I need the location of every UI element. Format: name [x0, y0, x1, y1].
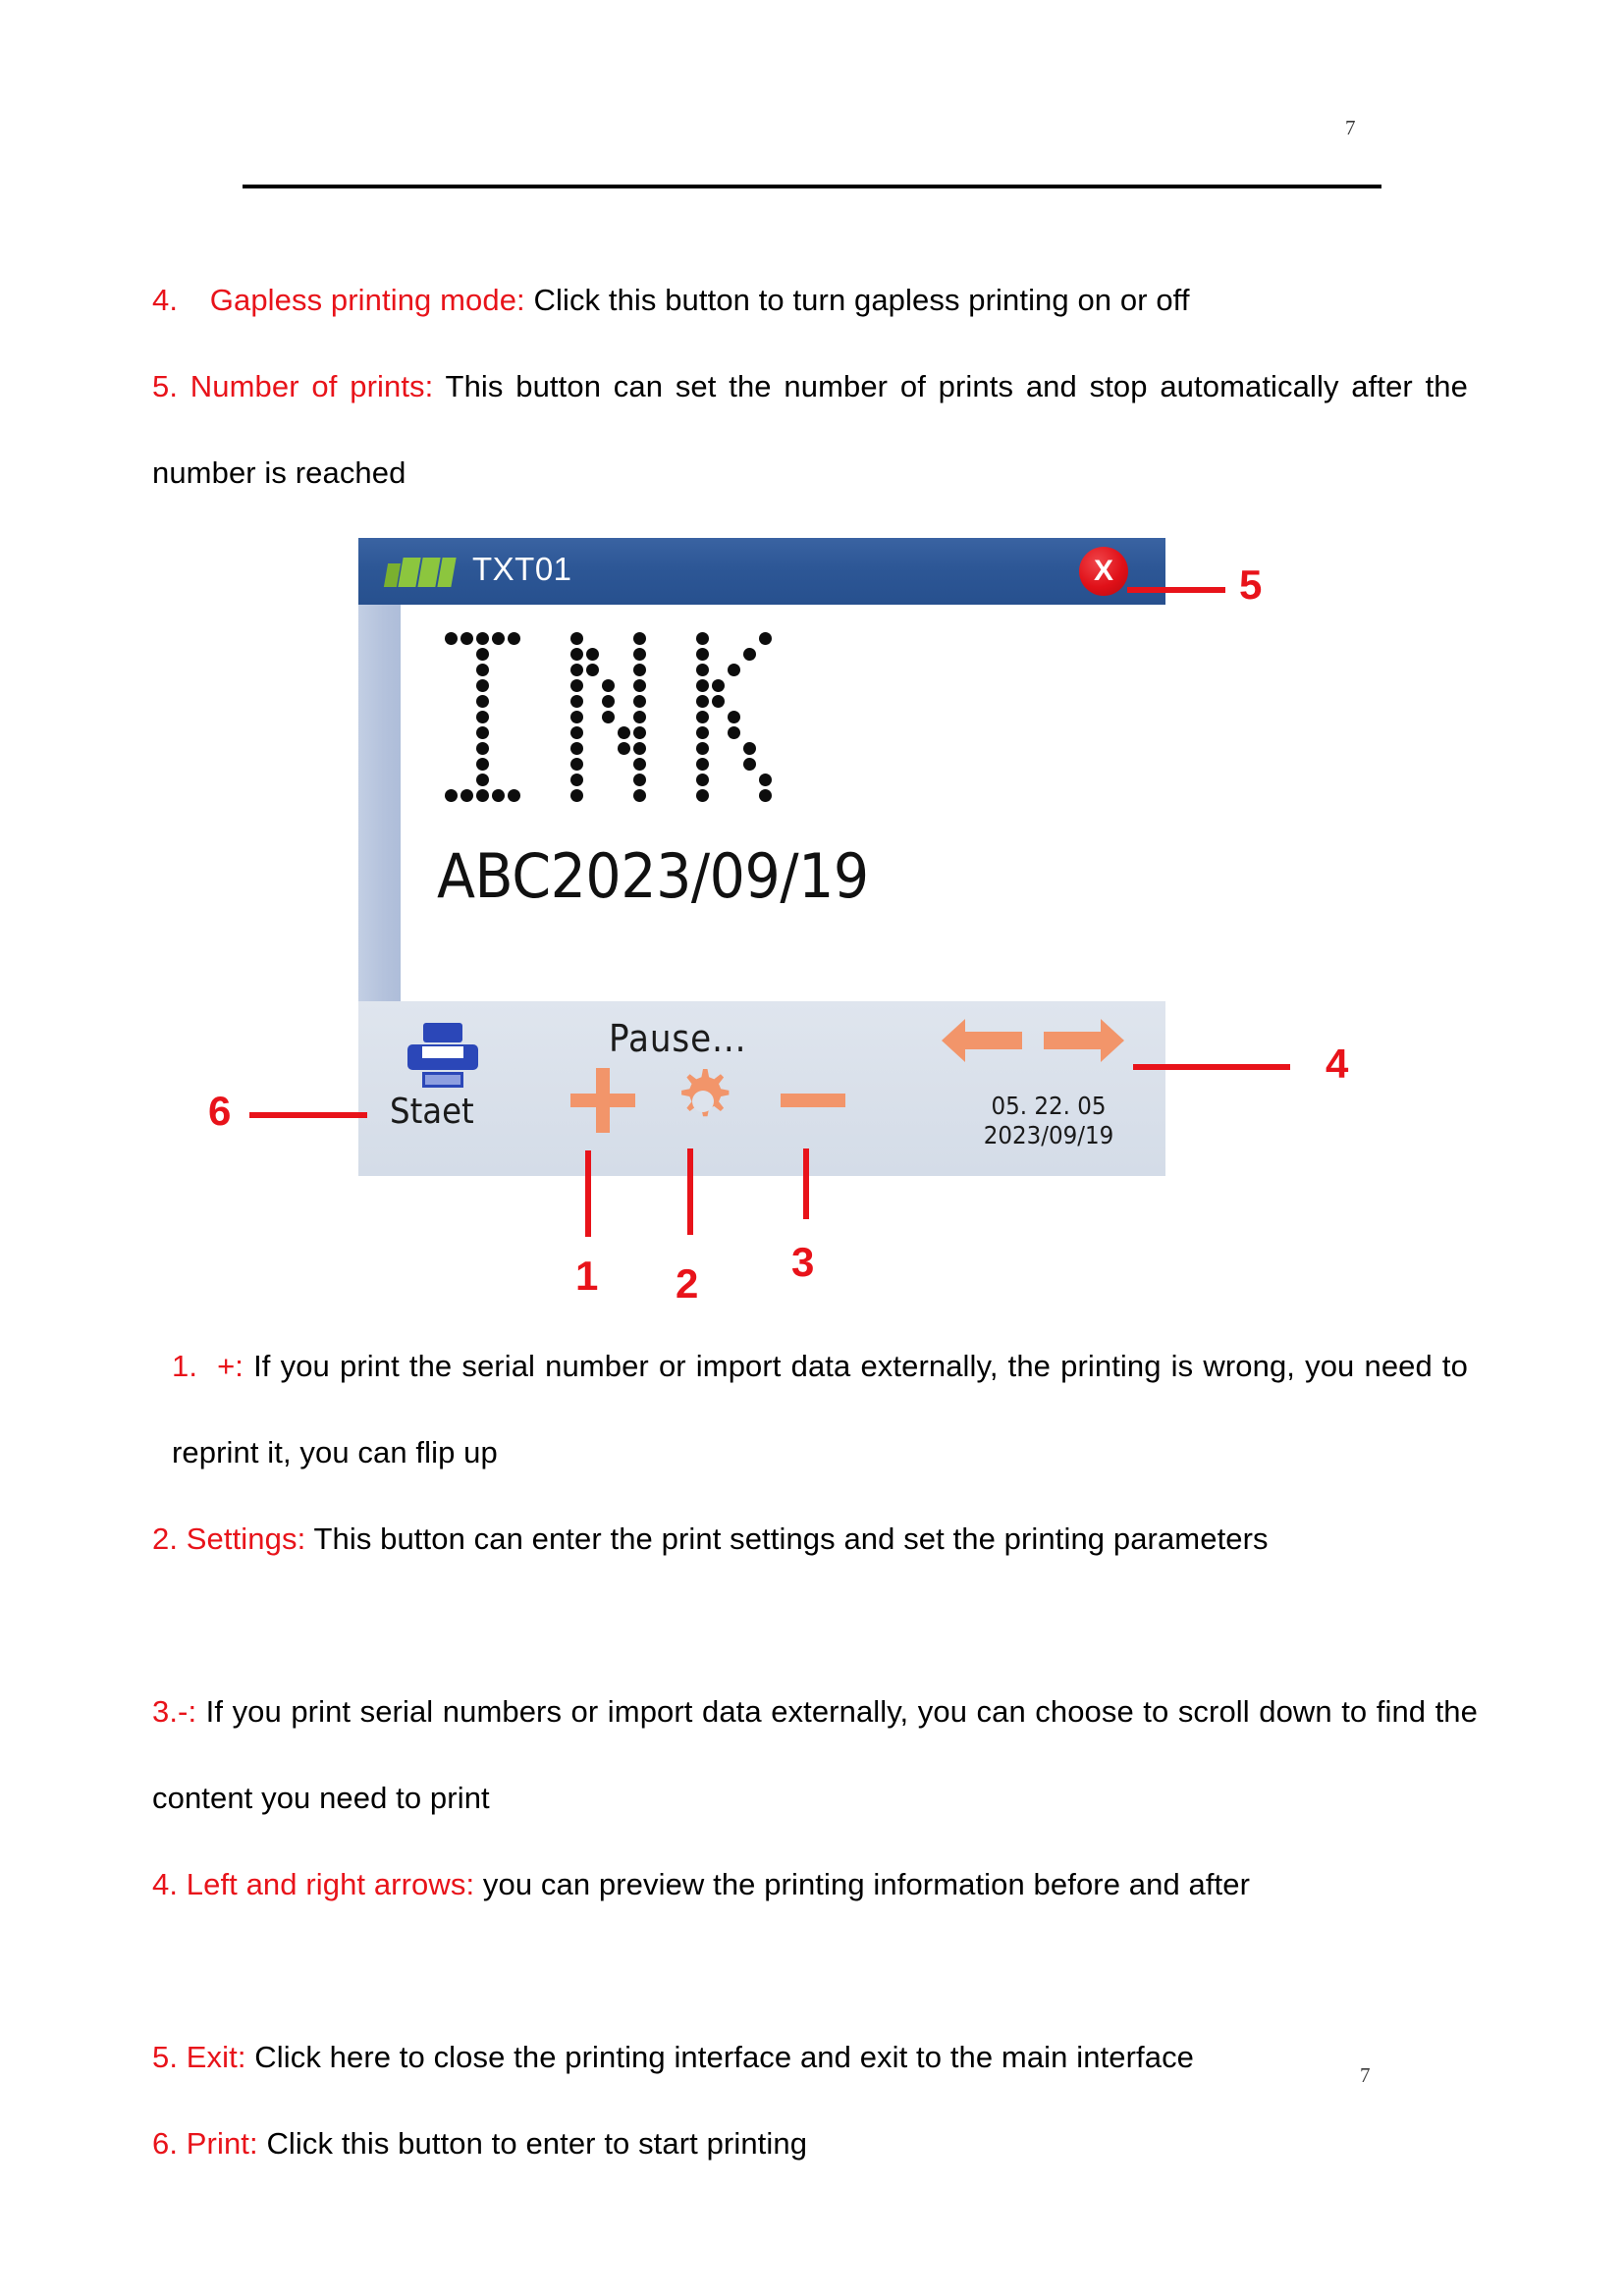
- paragraph-list-4: 4. Left and right arrows: you can previe…: [152, 1842, 1468, 1928]
- callout-line-5: [1127, 587, 1225, 593]
- list-4-term: 4. Left and right arrows:: [152, 1867, 475, 1901]
- paragraph-list-1: 1. +: If you print the serial number or i…: [172, 1323, 1468, 1496]
- paragraph-list-2: 2. Settings: This button can enter the p…: [152, 1496, 1468, 1582]
- paragraph-item-5: 5. Number of prints: This button can set…: [152, 344, 1468, 516]
- list-6-text: Click this button to enter to start prin…: [257, 2126, 808, 2161]
- callout-line-3: [803, 1148, 809, 1219]
- plus-icon[interactable]: [570, 1068, 635, 1133]
- dot-matrix-text: [445, 632, 838, 815]
- printer-icon[interactable]: [406, 1019, 480, 1090]
- callout-number-4: 4: [1326, 1041, 1349, 1087]
- print-start-label[interactable]: Staet: [390, 1092, 474, 1132]
- list-2-term: 2. Settings:: [152, 1522, 306, 1556]
- callout-line-4: [1133, 1064, 1290, 1070]
- callout-number-1: 1: [575, 1253, 599, 1299]
- item-5-term: 5. Number of prints:: [152, 369, 434, 403]
- list-1-term: +:: [217, 1349, 244, 1383]
- item-4-text: Click this button to turn gapless printi…: [524, 283, 1190, 317]
- item-4-term: Gapless printing mode:: [209, 283, 525, 317]
- list-3-text: If you print serial numbers or import da…: [152, 1694, 1478, 1815]
- paragraph-list-6: 6. Print: Click this button to enter to …: [152, 2101, 1488, 2187]
- left-right-arrows-icon[interactable]: [940, 1013, 1126, 1068]
- list-1-number: 1.: [172, 1349, 198, 1383]
- page-number-top: 7: [1345, 116, 1356, 139]
- battery-signal-icon: [383, 556, 457, 587]
- display-left-rail: [358, 605, 401, 1001]
- callout-line-2: [687, 1148, 693, 1235]
- list-1-text: If you print the serial number or import…: [172, 1349, 1468, 1469]
- device-display: ABC2023/09/19: [358, 605, 1165, 1001]
- callout-number-6: 6: [208, 1088, 232, 1134]
- timestamp-date: 2023/09/19: [983, 1121, 1114, 1149]
- list-2-text: This button can enter the print settings…: [305, 1522, 1269, 1556]
- item-4-number: 4.: [152, 283, 179, 317]
- callout-number-3: 3: [791, 1239, 815, 1285]
- timestamp-time: 05. 22. 05: [991, 1092, 1107, 1120]
- device-screenshot: TXT01 X ABC2023/09/19 Staet Pause... 05.…: [358, 538, 1165, 1176]
- list-6-term: 6. Print:: [152, 2126, 258, 2161]
- header-rule: [243, 185, 1381, 188]
- list-4-text: you can preview the printing information…: [474, 1867, 1251, 1901]
- list-5-text: Click here to close the printing interfa…: [245, 2040, 1195, 2074]
- paragraph-item-4: 4. Gapless printing mode: Click this but…: [152, 257, 1458, 344]
- status-text: Pause...: [609, 1017, 747, 1060]
- gear-settings-icon[interactable]: [669, 1062, 737, 1131]
- device-toolbar: Staet Pause... 05. 22. 05 2023/09/19: [358, 1001, 1165, 1176]
- callout-line-6: [249, 1112, 367, 1118]
- list-3-term: 3.-:: [152, 1694, 197, 1729]
- callout-number-5: 5: [1239, 561, 1263, 608]
- callout-line-1: [585, 1150, 591, 1237]
- device-titlebar: TXT01 X: [358, 538, 1165, 605]
- minus-icon[interactable]: [781, 1094, 845, 1107]
- callout-number-2: 2: [676, 1260, 699, 1307]
- paragraph-list-3: 3.-: If you print serial numbers or impo…: [152, 1669, 1478, 1842]
- display-sub-text: ABC2023/09/19: [437, 840, 869, 912]
- paragraph-list-5: 5. Exit: Click here to close the printin…: [152, 2014, 1488, 2101]
- list-5-term: 5. Exit:: [152, 2040, 246, 2074]
- timestamp: 05. 22. 05 2023/09/19: [972, 1092, 1125, 1150]
- device-title: TXT01: [472, 551, 572, 587]
- close-icon[interactable]: X: [1079, 547, 1128, 596]
